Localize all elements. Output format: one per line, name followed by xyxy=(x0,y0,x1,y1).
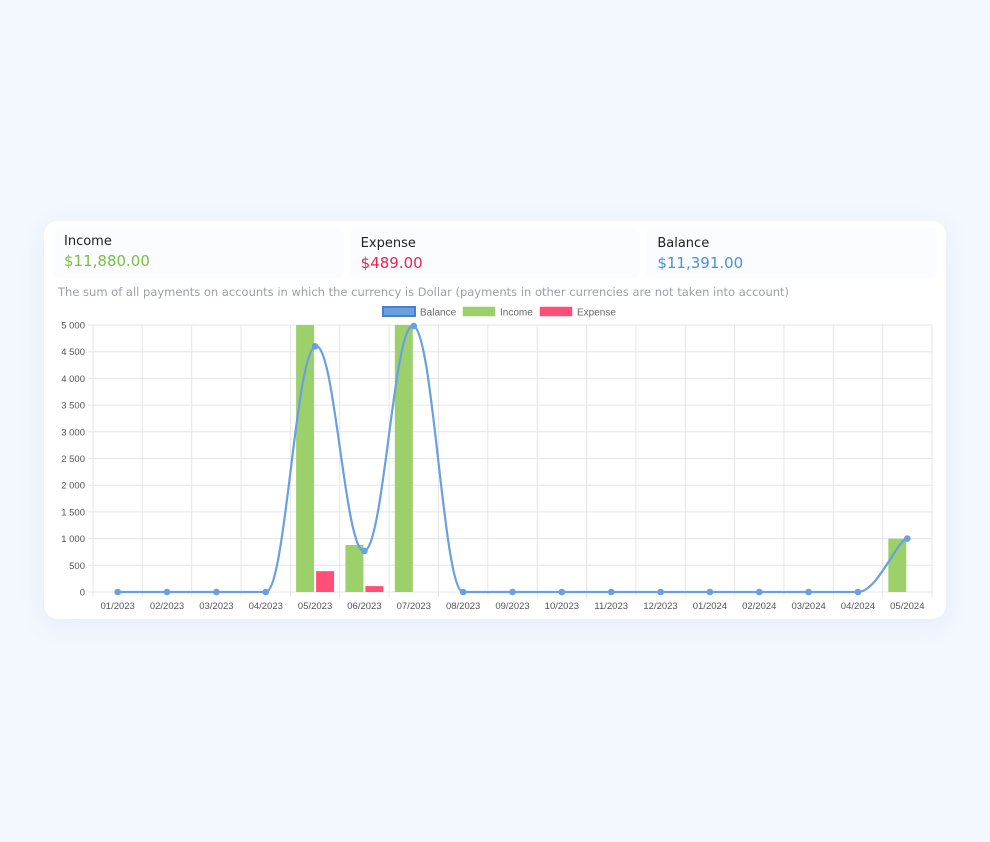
legend-label-income: Income xyxy=(500,308,533,319)
balance-point xyxy=(213,588,220,596)
balance-point xyxy=(410,322,418,330)
x-tick-label: 03/2023 xyxy=(199,601,233,612)
legend-swatch-balance xyxy=(382,306,416,317)
y-tick-label: 500 xyxy=(69,561,85,572)
y-tick-label: 5 000 xyxy=(61,321,85,332)
balance-point xyxy=(262,588,270,596)
balance-point xyxy=(361,547,368,555)
y-tick-label: 2 500 xyxy=(61,454,85,465)
legend-label-balance: Balance xyxy=(420,308,457,319)
income-expense-chart: 0 500 1 000 1 500 2 000 2 500 3 000 3 500 4 000 4… xyxy=(61,306,933,612)
y-tick-label: 4 500 xyxy=(61,347,85,358)
x-tick-label: 03/2024 xyxy=(791,601,825,612)
x-tick-label: 05/2024 xyxy=(890,601,924,612)
x-tick-label: 09/2023 xyxy=(495,601,529,612)
x-tick-label: 04/2023 xyxy=(249,601,283,612)
income-bar xyxy=(296,325,315,592)
x-tick-label: 05/2023 xyxy=(298,601,332,612)
balance-point xyxy=(163,588,171,596)
legend-swatch-expense xyxy=(539,306,573,317)
balance-point xyxy=(509,588,516,596)
income-bar xyxy=(345,545,364,592)
x-tick-label: 07/2023 xyxy=(397,601,431,612)
balance-point xyxy=(657,588,664,596)
balance-point xyxy=(755,588,763,596)
income-bar xyxy=(394,325,413,592)
x-tick-label: 10/2023 xyxy=(545,601,579,612)
y-tick-label: 2 000 xyxy=(61,481,85,492)
legend-swatch-income xyxy=(462,306,496,317)
x-tick-label: 01/2024 xyxy=(693,601,727,612)
expense-bar xyxy=(365,586,384,592)
x-tick-label: 01/2023 xyxy=(101,601,135,612)
y-tick-label: 1 500 xyxy=(61,507,85,518)
y-tick-label: 0 xyxy=(80,588,85,599)
balance-point xyxy=(706,588,714,596)
x-tick-label: 06/2023 xyxy=(347,601,381,612)
legend-label-expense: Expense xyxy=(577,308,616,319)
x-tick-label: 11/2023 xyxy=(594,601,628,612)
x-tick-label: 02/2023 xyxy=(150,601,184,612)
statistics-card: Income $11,880.00 Expense $489.00 Balanc… xyxy=(44,221,946,619)
x-tick-label: 12/2023 xyxy=(643,601,677,612)
balance-point xyxy=(854,588,862,596)
balance-point xyxy=(607,588,615,596)
balance-point xyxy=(904,535,911,542)
balance-point xyxy=(114,588,121,596)
balance-point xyxy=(311,343,319,350)
expense-bar xyxy=(316,571,335,592)
y-tick-label: 3 000 xyxy=(61,427,85,438)
balance-point xyxy=(558,588,566,596)
x-tick-label: 02/2024 xyxy=(742,601,776,612)
x-tick-label: 08/2023 xyxy=(446,601,480,612)
y-tick-label: 4 000 xyxy=(61,374,85,385)
y-tick-label: 1 000 xyxy=(61,534,85,545)
y-tick-label: 3 500 xyxy=(61,401,85,412)
balance-point xyxy=(459,588,467,596)
balance-point xyxy=(805,588,812,596)
x-tick-label: 04/2024 xyxy=(841,601,875,612)
